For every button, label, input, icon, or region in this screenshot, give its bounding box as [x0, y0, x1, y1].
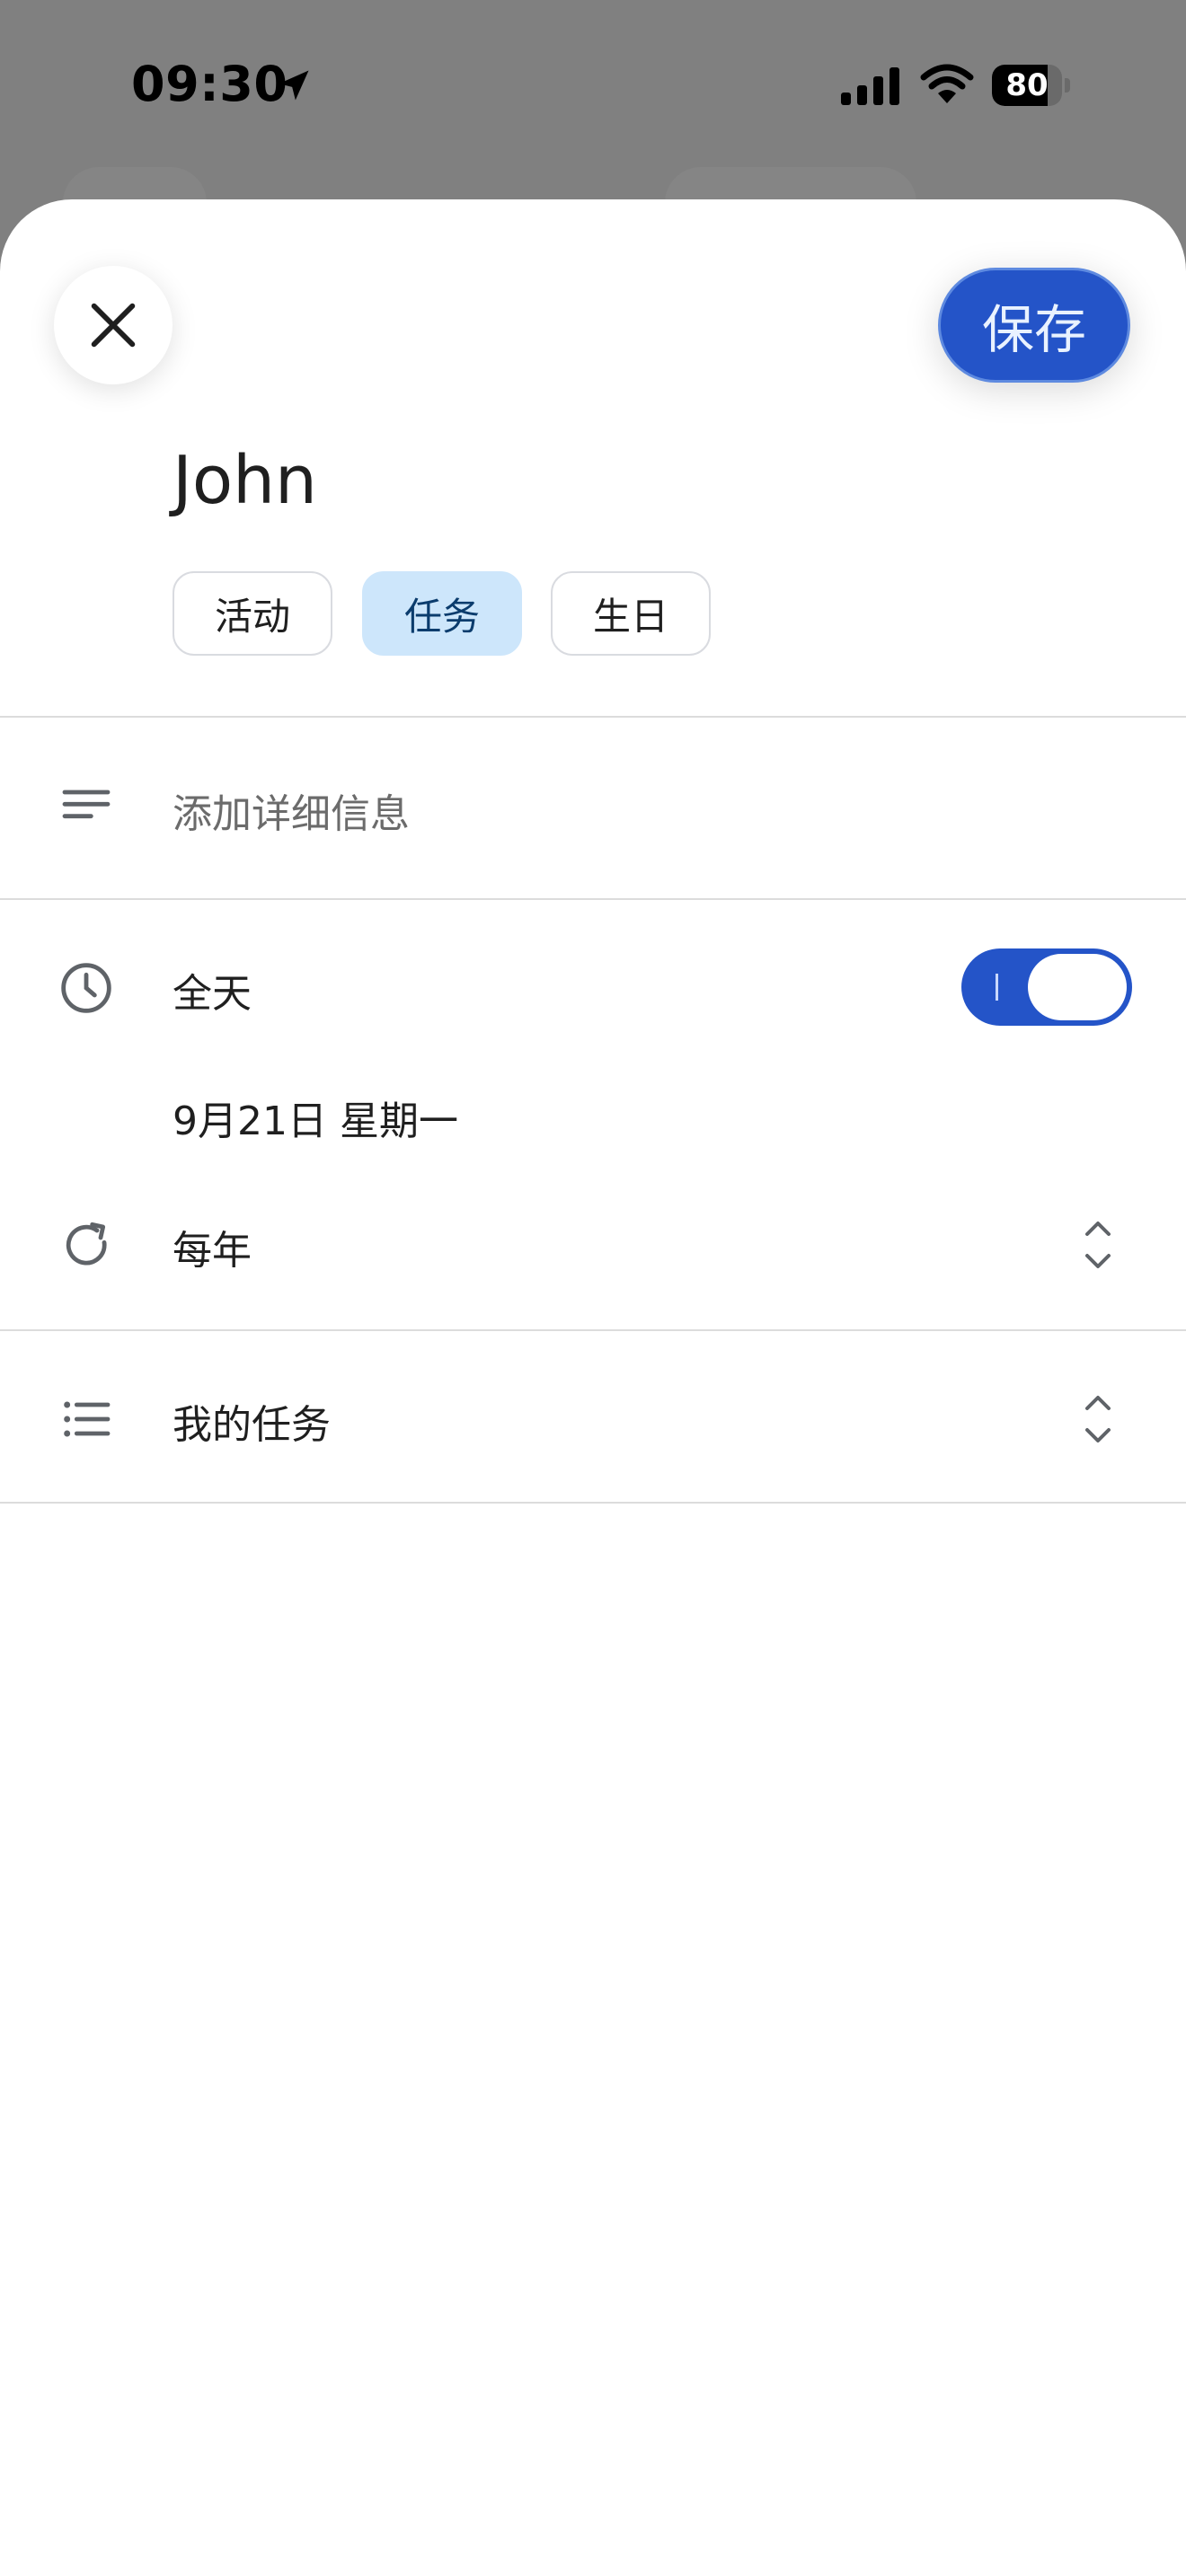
- battery-tip: [1065, 78, 1070, 93]
- battery-indicator: 80: [992, 65, 1071, 106]
- status-bar: 09:30 80: [0, 0, 1186, 180]
- task-list-value[interactable]: 我的任务: [173, 1392, 331, 1450]
- list-icon: [64, 1401, 111, 1437]
- status-time: 09:30: [131, 56, 288, 112]
- close-button[interactable]: [54, 266, 173, 384]
- notes-icon: [62, 790, 111, 819]
- all-day-toggle[interactable]: [961, 948, 1132, 1026]
- location-arrow-icon: [279, 70, 309, 101]
- divider: [0, 1329, 1186, 1331]
- toggle-knob: [1028, 954, 1127, 1020]
- close-icon: [91, 303, 136, 348]
- divider: [0, 1502, 1186, 1504]
- save-button[interactable]: 保存: [938, 268, 1130, 383]
- details-input[interactable]: 添加详细信息: [173, 781, 410, 839]
- edit-sheet: 保存 John 活动 任务 生日 添加详细信息 全天 9月21日 星期一 每年: [0, 199, 1186, 2576]
- repeat-icon: [66, 1222, 107, 1266]
- tab-task[interactable]: 任务: [362, 571, 522, 656]
- chevron-updown-icon[interactable]: [1082, 1216, 1114, 1274]
- cellular-signal-icon: [841, 67, 899, 105]
- battery-level-text: 80: [1005, 67, 1049, 103]
- chevron-updown-icon[interactable]: [1082, 1390, 1114, 1448]
- divider: [0, 898, 1186, 900]
- wifi-icon: [920, 64, 974, 103]
- date-value[interactable]: 9月21日 星期一: [173, 1089, 458, 1146]
- toggle-on-mark: [996, 974, 998, 1001]
- clock-icon: [61, 963, 111, 1013]
- all-day-label: 全天: [173, 971, 252, 1017]
- divider: [0, 716, 1186, 718]
- tab-activity[interactable]: 活动: [173, 571, 332, 656]
- event-title[interactable]: John: [173, 442, 317, 519]
- tab-birthday[interactable]: 生日: [551, 571, 711, 656]
- repeat-value[interactable]: 每年: [173, 1218, 252, 1275]
